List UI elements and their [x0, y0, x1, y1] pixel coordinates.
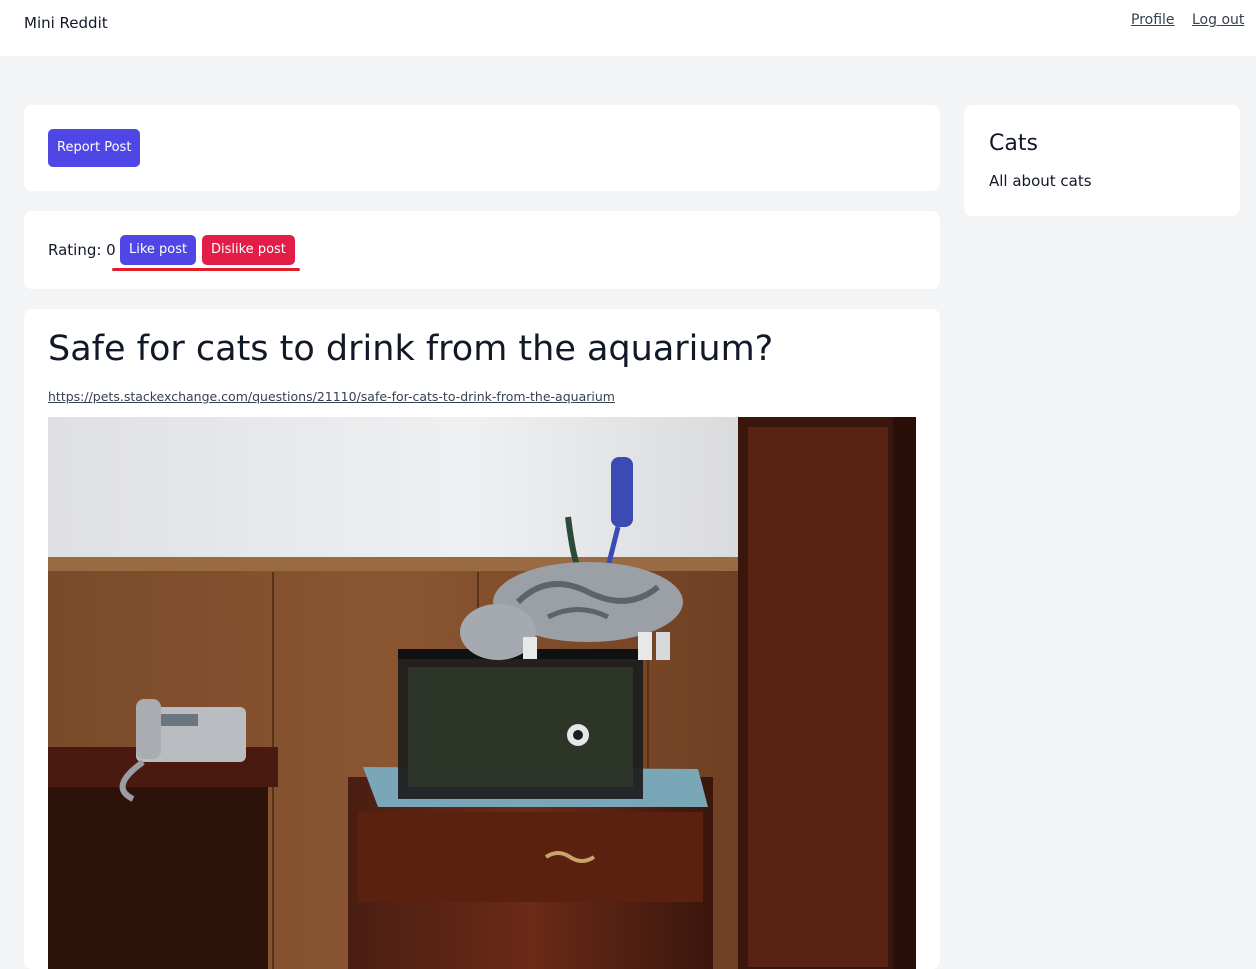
annotation-underline — [112, 268, 300, 271]
like-post-button[interactable]: Like post — [120, 235, 197, 265]
report-card: Report Post — [24, 105, 940, 191]
profile-link[interactable]: Profile — [1131, 12, 1175, 28]
rating-value: Rating: 0 — [48, 241, 116, 259]
report-post-button[interactable]: Report Post — [48, 129, 141, 167]
post-source-link[interactable]: https://pets.stackexchange.com/questions… — [48, 389, 615, 404]
rating-card: Rating: 0 Like post Dislike post — [24, 211, 940, 289]
dislike-post-button[interactable]: Dislike post — [202, 235, 295, 265]
post-card: Safe for cats to drink from the aquarium… — [24, 309, 940, 969]
brand-logo[interactable]: Mini Reddit — [24, 14, 108, 32]
subreddit-description: All about cats — [989, 172, 1092, 190]
subreddit-card: Cats All about cats — [964, 105, 1240, 216]
post-image — [48, 417, 916, 969]
logout-link[interactable]: Log out — [1192, 12, 1244, 28]
top-navbar: Mini Reddit Profile Log out — [0, 0, 1256, 56]
post-title: Safe for cats to drink from the aquarium… — [48, 329, 774, 369]
subreddit-name[interactable]: Cats — [989, 131, 1038, 156]
